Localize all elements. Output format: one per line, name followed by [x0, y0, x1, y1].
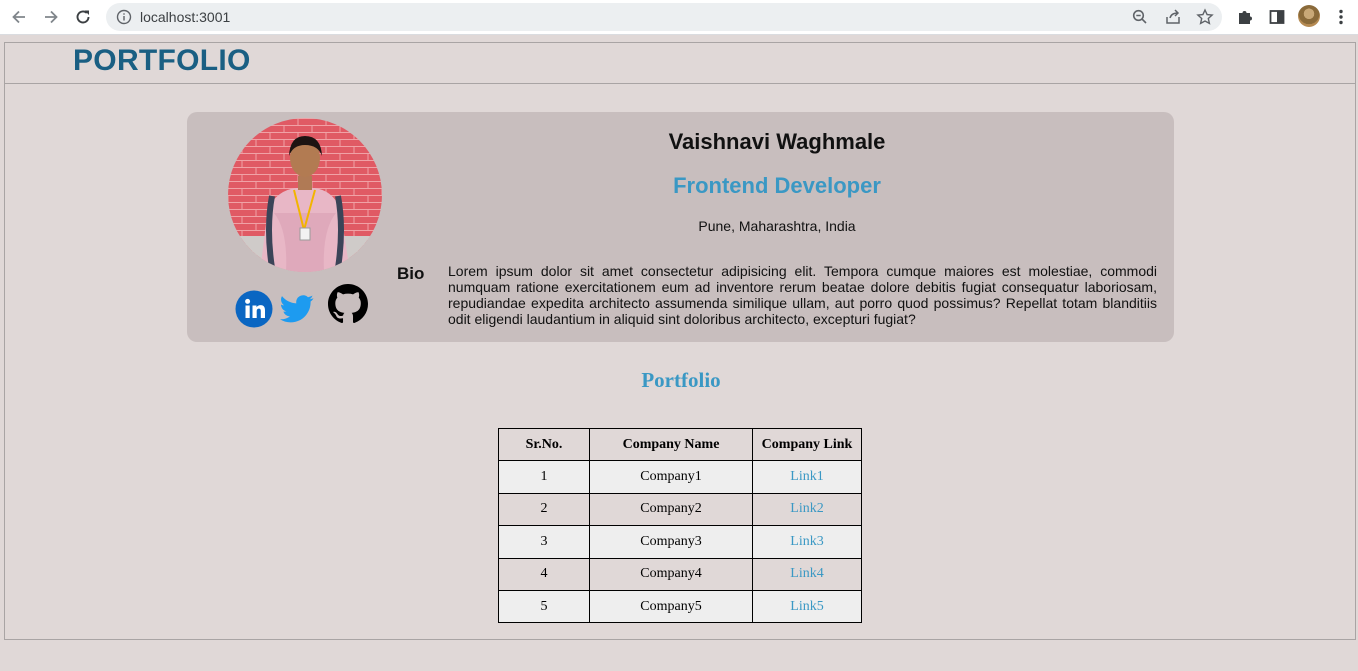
table-row: 2 Company2 Link2	[498, 492, 862, 527]
cell-srno: 5	[498, 589, 590, 624]
social-links	[235, 284, 375, 329]
profile-photo	[228, 118, 382, 272]
linkedin-icon	[235, 290, 273, 328]
reload-button[interactable]	[70, 5, 96, 29]
cell-srno: 2	[498, 492, 590, 527]
github-link[interactable]	[328, 284, 368, 329]
url-text[interactable]: localhost:3001	[140, 9, 230, 25]
company-link[interactable]: Link1	[790, 469, 823, 484]
address-bar[interactable]: localhost:3001	[106, 3, 1222, 31]
forward-button[interactable]	[38, 5, 64, 29]
portfolio-section-title: Portfolio	[641, 368, 721, 392]
cell-company-link: Link3	[752, 525, 862, 559]
profile-avatar[interactable]	[1298, 5, 1320, 27]
arrow-right-icon	[45, 10, 58, 24]
brand-title[interactable]: PORTFOLIO	[73, 44, 251, 78]
page-container: PORTFOLIO Vaishnavi Waghmale Frontend De…	[4, 42, 1356, 640]
twitter-icon	[280, 295, 314, 323]
column-header-company-link: Company Link	[752, 427, 862, 462]
table-row: 5 Company5 Link5	[498, 589, 862, 624]
cell-company-link: Link2	[752, 492, 862, 527]
kebab-menu-icon	[1339, 9, 1343, 25]
cell-company-name: Company5	[589, 589, 753, 624]
zoom-icon[interactable]	[1131, 8, 1149, 26]
profile-name: Vaishnavi Waghmale	[668, 129, 886, 154]
twitter-link[interactable]	[280, 294, 314, 329]
portfolio-table: Sr.No. Company Name Company Link 1 Compa…	[498, 427, 862, 624]
cell-company-name: Company4	[589, 557, 753, 591]
cell-srno: 4	[498, 557, 590, 591]
table-row: 4 Company4 Link4	[498, 557, 862, 591]
cell-company-link: Link4	[752, 557, 862, 591]
table-row: 1 Company1 Link1	[498, 460, 862, 494]
site-header: PORTFOLIO	[5, 43, 1355, 84]
column-header-company-name: Company Name	[589, 427, 753, 462]
side-panel-button[interactable]	[1266, 6, 1288, 28]
browser-toolbar: localhost:3001	[0, 0, 1358, 35]
menu-button[interactable]	[1330, 6, 1352, 28]
info-icon[interactable]	[116, 9, 132, 25]
bio-text: Lorem ipsum dolor sit amet consectetur a…	[448, 263, 1157, 327]
share-icon[interactable]	[1164, 8, 1182, 26]
company-link[interactable]: Link4	[790, 566, 823, 581]
cell-company-name: Company3	[589, 525, 753, 559]
profile-role: Frontend Developer	[673, 173, 881, 198]
puzzle-icon	[1239, 11, 1252, 24]
table-header-row: Sr.No. Company Name Company Link	[498, 427, 862, 462]
company-link[interactable]: Link2	[790, 501, 823, 516]
star-icon[interactable]	[1196, 8, 1214, 26]
profile-photo-image	[228, 118, 382, 272]
profile-card: Vaishnavi Waghmale Frontend Developer Pu…	[187, 112, 1174, 342]
cell-company-link: Link1	[752, 460, 862, 494]
company-link[interactable]: Link3	[790, 534, 823, 549]
cell-srno: 1	[498, 460, 590, 494]
bio-label: Bio	[397, 264, 425, 283]
reload-icon	[76, 10, 90, 24]
cell-company-name: Company1	[589, 460, 753, 494]
arrow-left-icon	[12, 10, 25, 24]
profile-location: Pune, Maharashtra, India	[698, 218, 856, 234]
cell-company-name: Company2	[589, 492, 753, 527]
cell-srno: 3	[498, 525, 590, 559]
side-panel-icon	[1269, 10, 1285, 24]
table-row: 3 Company3 Link3	[498, 525, 862, 559]
linkedin-link[interactable]	[235, 290, 273, 333]
extensions-button[interactable]	[1234, 6, 1256, 28]
company-link[interactable]: Link5	[790, 599, 823, 614]
back-button[interactable]	[6, 5, 32, 29]
column-header-srno: Sr.No.	[498, 427, 590, 462]
github-icon	[328, 284, 368, 324]
cell-company-link: Link5	[752, 589, 862, 624]
